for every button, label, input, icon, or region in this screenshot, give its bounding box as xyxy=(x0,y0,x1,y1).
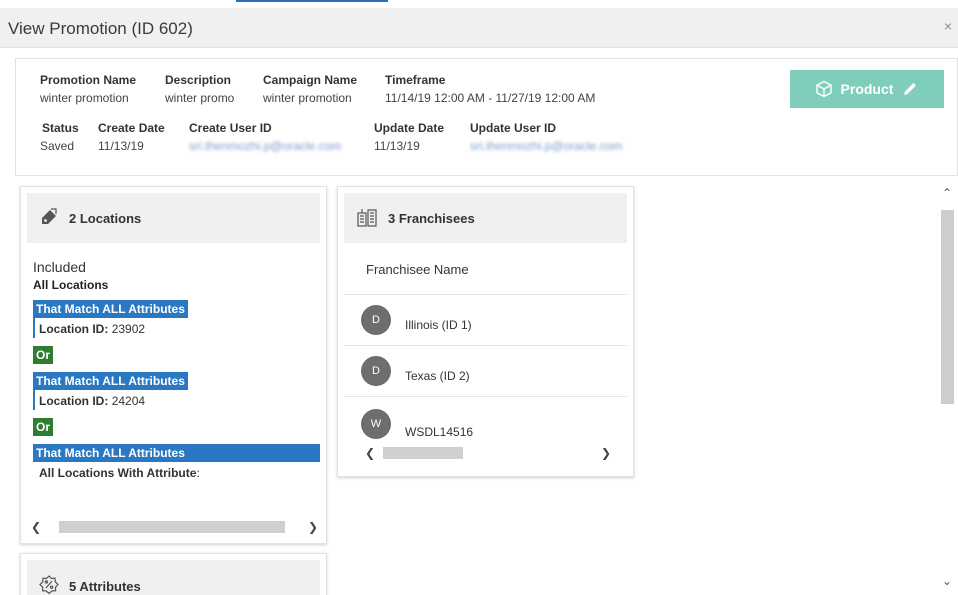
product-button-label: Product xyxy=(840,81,894,97)
location-criterion: Location ID: 24204 xyxy=(33,390,320,410)
location-criterion: Location ID: 23902 xyxy=(33,318,320,338)
scroll-up-icon[interactable]: ⌃ xyxy=(940,186,954,202)
franchisee-row[interactable]: W WSDL14516 xyxy=(344,397,627,441)
franchisees-table: Franchisee Name D Illinois (ID 1) D Texa… xyxy=(344,245,627,441)
avatar: D xyxy=(361,356,391,386)
location-group: That Match ALL Attributes Location ID: 2… xyxy=(33,372,320,410)
franchisee-name: Texas (ID 2) xyxy=(405,369,470,383)
locations-card: 2 Locations Included All Locations That … xyxy=(20,186,327,544)
field-value: sri.thenmozhi.p@oracle.com xyxy=(189,139,342,153)
franchisees-card-title: 3 Franchisees xyxy=(388,210,475,226)
field-value: Saved xyxy=(40,139,75,153)
scroll-thumb[interactable] xyxy=(383,447,463,459)
field-update-user-id: Update User ID sri.thenmozhi.p@oracle.co… xyxy=(470,121,622,153)
field-label: Create Date xyxy=(98,121,165,135)
criterion-label: Location ID xyxy=(39,394,105,408)
location-group: That Match ALL Attributes All Locations … xyxy=(33,444,320,482)
criterion-value: 24204 xyxy=(111,394,146,408)
avatar: D xyxy=(361,305,391,335)
field-value: sri.thenmozhi.p@oracle.com xyxy=(470,139,623,153)
locations-list: Included All Locations That Match ALL At… xyxy=(33,259,320,482)
field-status: Status Saved xyxy=(40,121,79,153)
scroll-right-icon[interactable]: ❯ xyxy=(597,446,615,460)
field-timeframe: Timeframe 11/14/19 12:00 AM - 11/27/19 1… xyxy=(385,73,595,105)
scroll-thumb[interactable] xyxy=(59,521,285,533)
modal-header: View Promotion (ID 602) × xyxy=(0,8,958,48)
cube-icon xyxy=(815,80,833,98)
scroll-right-icon[interactable]: ❯ xyxy=(304,520,322,534)
attributes-card-title: 5 Attributes xyxy=(69,578,141,594)
buildings-icon xyxy=(356,207,378,230)
tag-icon xyxy=(39,207,59,230)
field-label: Campaign Name xyxy=(263,73,358,87)
modal-title: View Promotion (ID 602) xyxy=(8,19,193,38)
or-badge: Or xyxy=(33,346,54,364)
franchisee-name: Illinois (ID 1) xyxy=(405,318,472,332)
field-description: Description winter promo xyxy=(165,73,234,105)
field-label: Description xyxy=(165,73,232,87)
field-value: winter promotion xyxy=(263,91,352,105)
close-icon[interactable]: × xyxy=(944,18,952,34)
scroll-down-icon[interactable]: ⌄ xyxy=(940,574,954,590)
franchisee-name-column-header: Franchisee Name xyxy=(344,245,627,295)
franchisees-card: 3 Franchisees Franchisee Name D Illinois… xyxy=(337,186,634,477)
franchisees-horizontal-scrollbar[interactable]: ❮ ❯ xyxy=(361,445,615,461)
included-label: Included xyxy=(33,259,86,275)
pencil-icon xyxy=(901,80,919,98)
scroll-left-icon[interactable]: ❮ xyxy=(361,446,379,460)
criterion-label: Location ID xyxy=(39,322,105,336)
franchisee-row[interactable]: D Illinois (ID 1) xyxy=(344,295,627,346)
field-value: 11/13/19 xyxy=(98,139,144,153)
badge-percent-icon xyxy=(39,574,59,595)
location-criterion: All Locations With Attribute: xyxy=(39,466,200,480)
attributes-card-header: 5 Attributes xyxy=(27,560,320,595)
field-label: Status xyxy=(42,121,79,135)
scroll-left-icon[interactable]: ❮ xyxy=(27,520,45,534)
field-campaign-name: Campaign Name winter promotion xyxy=(263,73,357,105)
avatar: W xyxy=(361,409,391,439)
match-attributes-header: That Match ALL Attributes xyxy=(33,444,320,462)
product-button[interactable]: Product xyxy=(790,70,944,108)
or-badge: Or xyxy=(33,418,54,436)
field-value: winter promotion xyxy=(40,91,129,105)
field-create-date: Create Date 11/13/19 xyxy=(98,121,165,153)
scroll-track[interactable] xyxy=(45,521,304,533)
locations-horizontal-scrollbar[interactable]: ❮ ❯ xyxy=(27,519,322,535)
franchisees-card-header: 3 Franchisees xyxy=(344,193,627,243)
field-value: winter promo xyxy=(165,91,235,105)
match-attributes-header: That Match ALL Attributes xyxy=(33,300,188,318)
promotion-detail-content: 2 Locations Included All Locations That … xyxy=(15,180,958,595)
attributes-card: 5 Attributes xyxy=(20,553,327,595)
field-label: Timeframe xyxy=(385,73,446,87)
franchisee-name: WSDL14516 xyxy=(405,425,474,439)
match-attributes-header: That Match ALL Attributes xyxy=(33,372,188,390)
locations-card-title: 2 Locations xyxy=(69,210,142,226)
criterion-value: 23902 xyxy=(111,322,146,336)
field-value: 11/14/19 12:00 AM - 11/27/19 12:00 AM xyxy=(385,91,596,105)
scroll-track[interactable] xyxy=(379,447,597,459)
field-value: 11/13/19 xyxy=(374,139,420,153)
field-label: Update User ID xyxy=(470,121,557,135)
field-label: Create User ID xyxy=(189,121,272,135)
field-update-date: Update Date 11/13/19 xyxy=(374,121,444,153)
locations-card-header: 2 Locations xyxy=(27,193,320,243)
all-locations-label: All Locations xyxy=(33,278,109,292)
field-create-user-id: Create User ID sri.thenmozhi.p@oracle.co… xyxy=(189,121,341,153)
scroll-thumb[interactable] xyxy=(941,210,954,404)
franchisee-row[interactable]: D Texas (ID 2) xyxy=(344,346,627,397)
content-vertical-scrollbar[interactable]: ⌃ ⌄ xyxy=(940,186,954,590)
criterion-label: All Locations With Attribute xyxy=(39,466,197,480)
field-label: Update Date xyxy=(374,121,445,135)
location-group: That Match ALL Attributes Location ID: 2… xyxy=(33,300,320,338)
field-label: Promotion Name xyxy=(40,73,137,87)
top-accent-bar xyxy=(236,0,388,2)
field-promotion-name: Promotion Name winter promotion xyxy=(40,73,136,105)
